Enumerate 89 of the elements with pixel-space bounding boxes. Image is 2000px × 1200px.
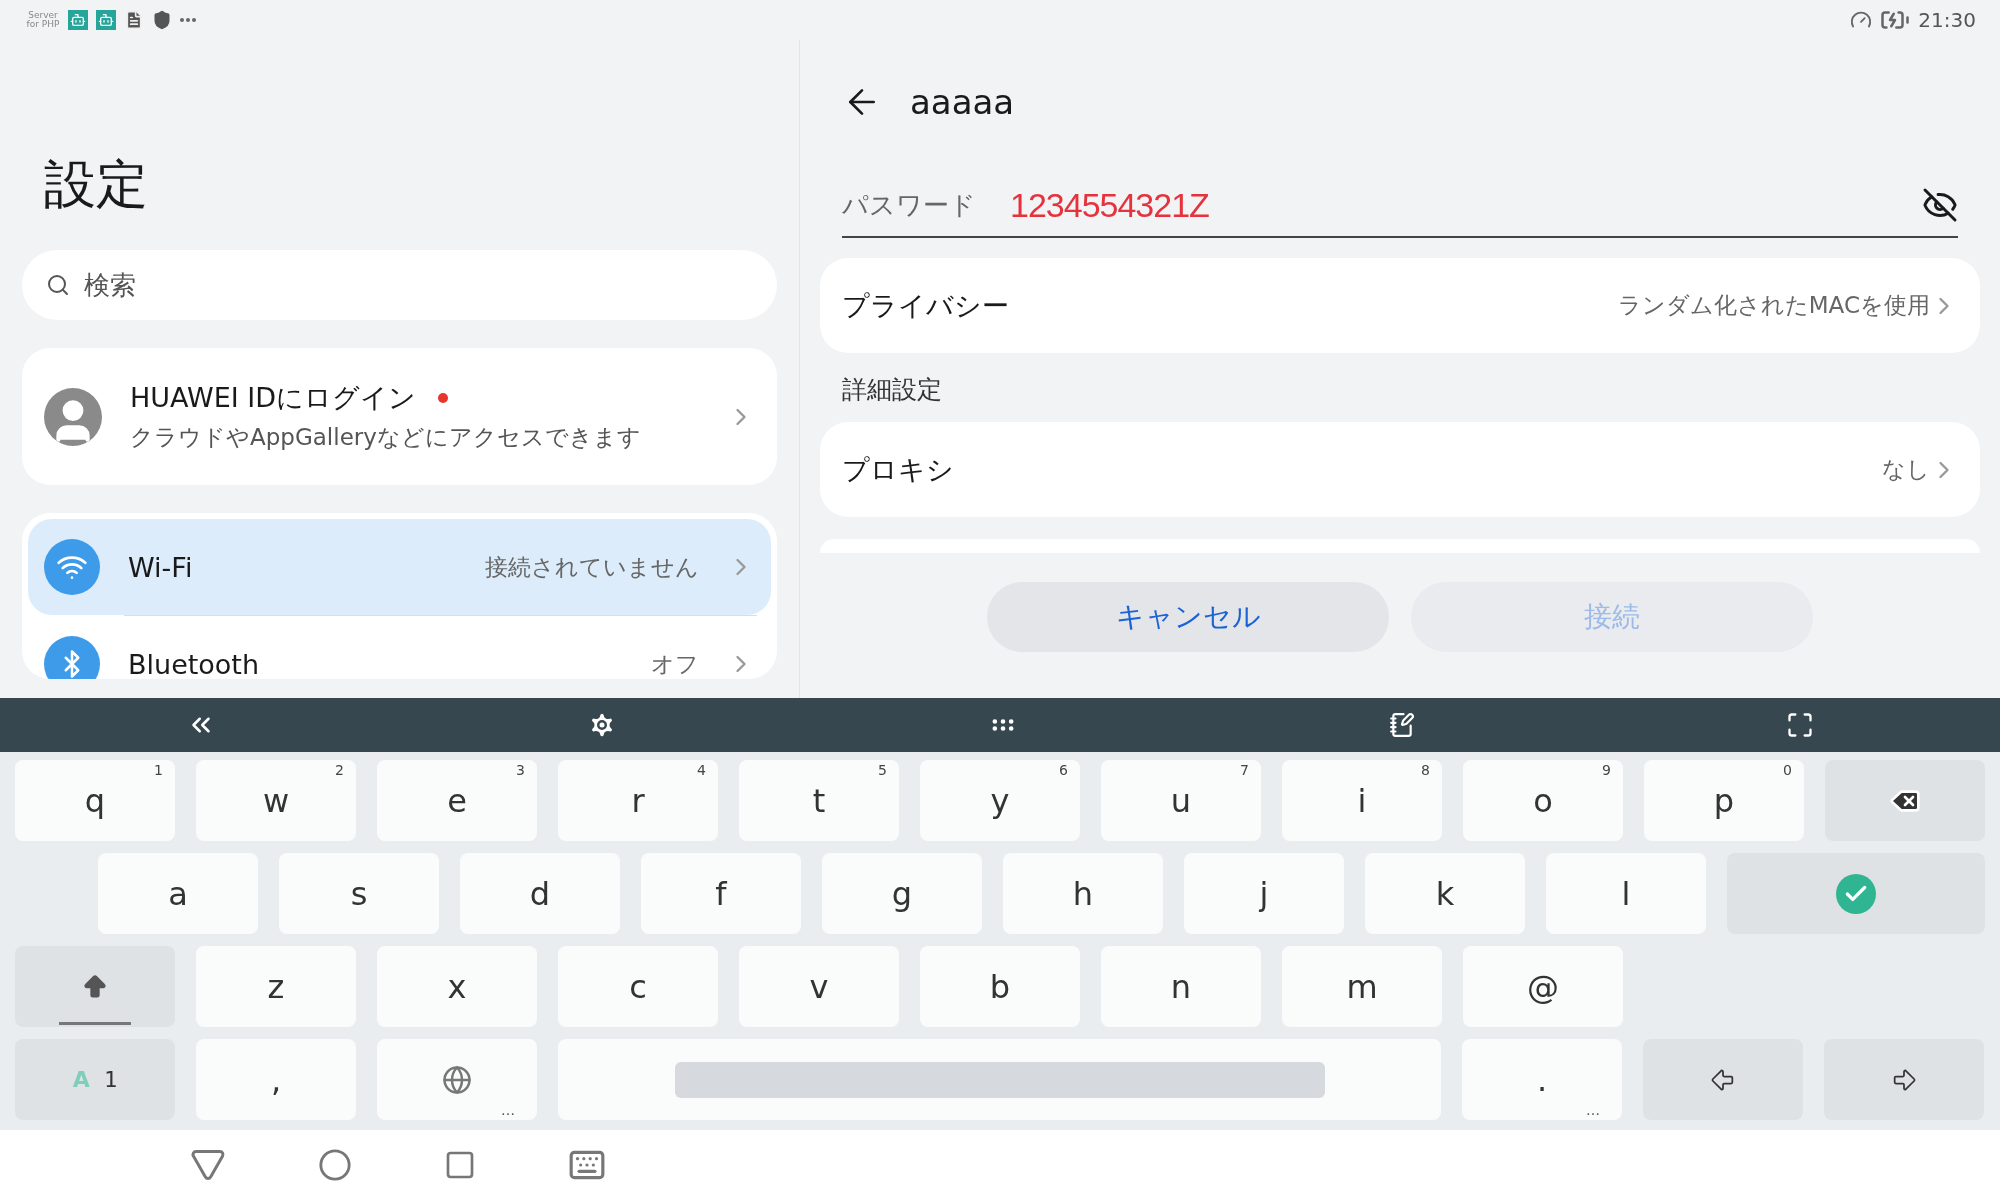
key[interactable]: u 7 [1101,760,1261,841]
row-label: プロキシ [842,452,955,487]
settings-item[interactable]: Wi-Fi 接続されていません [28,519,771,615]
key-hint: 2 [335,762,344,778]
key[interactable]: n [1101,946,1261,1027]
check-icon [1836,873,1876,914]
key[interactable]: x [377,946,537,1027]
row-value: なし [1882,455,1930,484]
key[interactable]: m [1282,946,1442,1027]
android-app-icon [96,10,116,30]
more-icon [180,18,196,22]
account-title: HUAWEI IDにログイン [130,381,417,415]
avatar-icon [44,387,102,446]
eye-off-icon[interactable] [1922,187,1958,223]
key[interactable]: z [196,946,356,1027]
password-value: 1234554321Z [1010,185,1210,225]
key[interactable]: b [920,946,1080,1027]
notepad-icon[interactable] [1388,712,1415,738]
key-hint: 8 [1421,762,1430,778]
key[interactable]: r 4 [558,760,718,841]
key[interactable]: l [1546,853,1706,934]
more-mark: … [501,1102,515,1118]
recents-nav-icon[interactable] [444,1149,476,1181]
key-hint: 4 [697,762,706,778]
key-hint: 7 [1240,762,1249,778]
expand-icon[interactable] [1786,711,1815,739]
shift-icon [81,972,109,1001]
key-hint: 0 [1783,762,1792,778]
page-title: 設定 [44,153,149,216]
key[interactable]: a [98,853,258,934]
key[interactable]: o 9 [1463,760,1623,841]
key[interactable]: p 0 [1644,760,1804,841]
section-heading: 詳細設定 [842,374,943,406]
proxy-row[interactable]: プロキシ なし [820,422,1980,517]
item-label: Bluetooth [128,648,261,679]
key-hint: 3 [516,762,525,778]
item-value: オフ [651,649,699,679]
key[interactable]: q 1 [15,760,175,841]
account-subtitle: クラウドやAppGalleryなどにアクセスできます [130,423,642,452]
search-field[interactable]: 検索 [22,250,777,320]
language-key[interactable]: … [377,1039,537,1120]
app-label: Server for PHP [26,11,60,29]
key-hint: 9 [1602,762,1611,778]
key[interactable]: t 5 [739,760,899,841]
key-hint: 1 [154,762,163,778]
wifi-icon [44,539,100,595]
key-hint: 5 [878,762,887,778]
globe-icon [442,1064,472,1095]
mode-key[interactable]: A 1 [15,1039,175,1120]
key-hint: 6 [1059,762,1068,778]
password-label: パスワード [842,188,976,222]
key[interactable]: i 8 [1282,760,1442,841]
key[interactable]: c [558,946,718,1027]
search-placeholder: 検索 [84,268,136,302]
backspace-key[interactable] [1825,760,1985,841]
account-card[interactable]: HUAWEI IDにログイン クラウドやAppGalleryなどにアクセスできます [22,348,777,485]
shield-icon [152,10,172,30]
key[interactable]: v [739,946,899,1027]
home-nav-icon[interactable] [318,1148,352,1182]
privacy-row[interactable]: プライバシー ランダム化されたMACを使用 [820,258,1980,353]
network-title: aaaaa [910,82,1015,122]
key[interactable]: d [460,853,620,934]
row-label: プライバシー [842,288,1010,323]
dialog-button[interactable]: キャンセル [987,582,1389,652]
key[interactable]: g [822,853,982,934]
item-value: 接続されていません [485,552,699,582]
search-icon [46,273,70,297]
back-nav-icon[interactable] [190,1147,226,1183]
clock: 21:30 [1918,8,1976,32]
key[interactable]: , [196,1039,356,1120]
key[interactable]: w 2 [196,760,356,841]
key[interactable]: j [1184,853,1344,934]
key[interactable]: @ [1463,946,1623,1027]
more-mark: … [1586,1102,1600,1118]
android-app-icon [68,10,88,30]
password-field[interactable]: パスワード 1234554321Z [842,174,1958,238]
key[interactable]: f [641,853,801,934]
shift-key[interactable] [15,946,175,1027]
settings-item[interactable]: Bluetooth オフ [28,616,771,679]
key[interactable]: y 6 [920,760,1080,841]
key[interactable]: . … [1462,1039,1622,1120]
key[interactable]: e 3 [377,760,537,841]
item-label: Wi-Fi [128,551,194,583]
key[interactable]: k [1365,853,1525,934]
file-icon [124,10,144,30]
row-value: ランダム化されたMACを使用 [1617,291,1930,320]
key[interactable]: s [279,853,439,934]
shift-indicator [59,1022,131,1025]
key[interactable]: h [1003,853,1163,934]
